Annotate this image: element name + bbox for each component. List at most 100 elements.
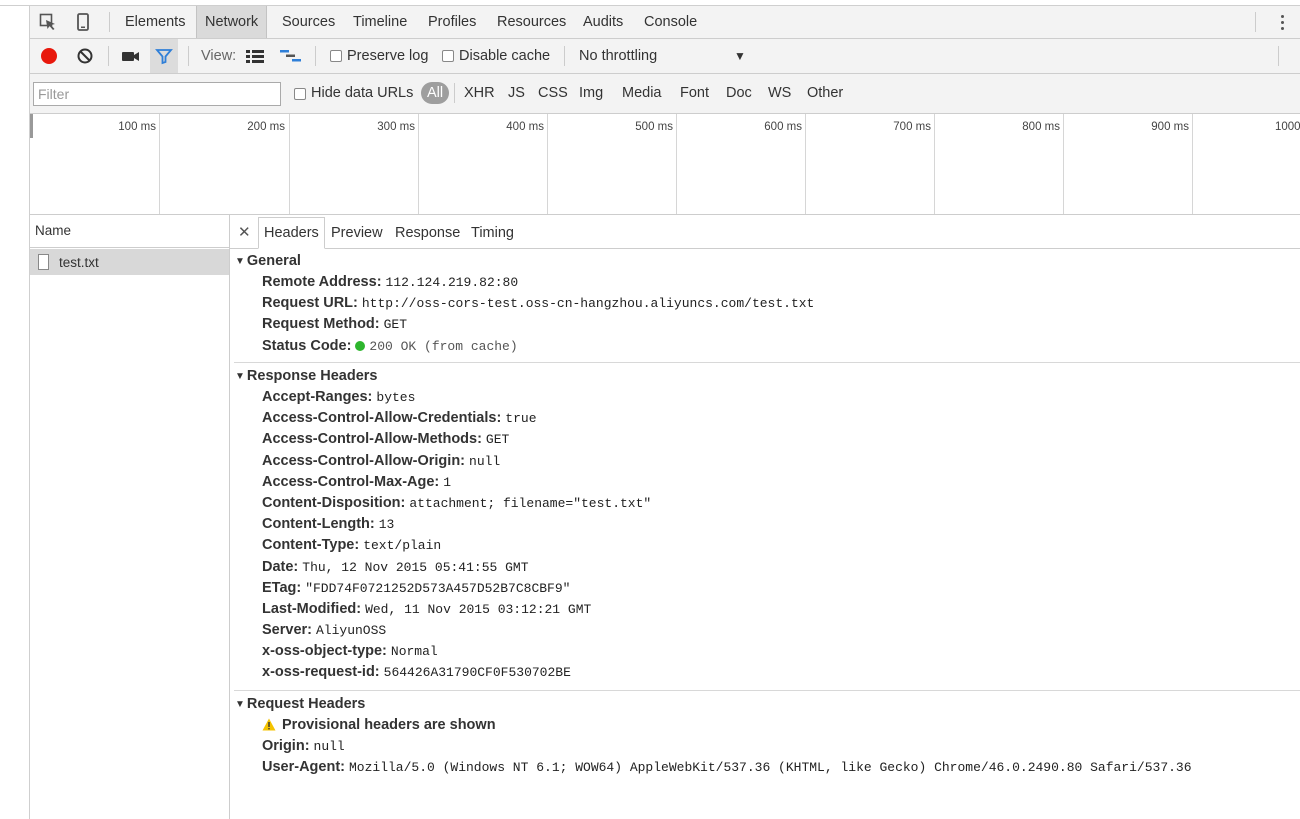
hide-data-urls-checkbox[interactable]: Hide data URLs [294,74,413,113]
header-row: Content-Length: 13 [262,516,395,533]
provisional-warning-text: Provisional headers are shown [282,717,496,733]
file-icon [38,254,49,270]
tab-timeline[interactable]: Timeline [353,6,407,38]
header-row: Origin: null [262,738,345,755]
more-options-icon[interactable] [1278,12,1286,32]
timeline-tick-label: 700 ms [893,121,931,133]
device-mode-icon[interactable] [73,12,93,32]
request-list-panel: Name test.txt [30,215,230,819]
disable-cache-box[interactable] [442,50,454,62]
inspect-element-icon[interactable] [38,12,58,32]
tab-timing[interactable]: Timing [471,218,514,248]
header-row: x-oss-request-id: 564426A31790CF0F530702B… [262,664,571,681]
general-section: ▼ General Remote Address: 112.124.219.82:8… [230,250,1300,357]
clear-button[interactable] [76,39,94,73]
tab-profiles[interactable]: Profiles [428,6,476,38]
preserve-log-box[interactable] [330,50,342,62]
header-row: Access-Control-Allow-Origin: null [262,452,501,469]
tab-response[interactable]: Response [395,218,460,248]
tabbar-divider [109,12,110,32]
tab-sources[interactable]: Sources [282,6,335,38]
hide-data-urls-box[interactable] [294,87,306,100]
video-camera-icon [122,52,139,61]
timeline-tick-label: 600 ms [764,121,802,133]
timeline-tick-label: 200 ms [247,121,285,133]
status-code-row: Status Code: 200 OK (from cache) [262,337,518,354]
toolbar-divider [564,46,565,66]
request-headers-section: ▼ Request Headers Provisional headers are… [230,693,1300,779]
capture-screenshots-button[interactable] [121,39,141,73]
hide-data-urls-label: Hide data URLs [311,85,414,101]
toolbar-divider [315,46,316,66]
filter-input[interactable] [33,82,281,106]
collapse-triangle-icon: ▼ [235,256,245,267]
toolbar-divider-right [1278,46,1279,66]
filter-type-js[interactable]: JS [508,74,525,113]
tab-audits[interactable]: Audits [583,6,623,38]
large-rows-view-button[interactable] [246,39,264,73]
timeline-tick-label: 300 ms [377,121,415,133]
request-headers-section-header[interactable]: ▼ Request Headers [230,693,1300,715]
header-row: Access-Control-Max-Age: 1 [262,473,452,490]
filter-type-css[interactable]: CSS [538,74,568,113]
header-row: Last-Modified: Wed, 11 Nov 2015 03:12:21 … [262,600,592,617]
filter-type-img[interactable]: Img [579,74,603,113]
timeline-gridline [805,114,806,214]
timeline-gridline [159,114,160,214]
overview-view-button[interactable] [280,39,302,73]
request-row[interactable]: test.txt [30,249,229,275]
timeline-tick-label: 900 ms [1151,121,1189,133]
timeline-tick-label: 100 ms [118,121,156,133]
filter-type-ws[interactable]: WS [768,74,791,113]
warning-icon [262,718,276,731]
timeline-gridline [934,114,935,214]
tab-network[interactable]: Network [196,6,268,38]
filter-divider [454,83,455,103]
timeline-tick-label: 500 ms [635,121,673,133]
preserve-log-checkbox[interactable]: Preserve log [330,39,428,73]
timeline-drag-handle[interactable] [30,114,33,138]
record-button[interactable] [40,39,58,73]
filter-toggle-button[interactable] [150,39,178,73]
tab-headers[interactable]: Headers [258,217,325,249]
filter-type-font[interactable]: Font [680,74,709,113]
record-icon [41,48,57,64]
disable-cache-label: Disable cache [459,48,551,64]
details-tabbar: ✕ Headers Preview Response Timing [230,215,1300,249]
general-section-header[interactable]: ▼ General [230,250,1300,272]
header-row: Access-Control-Allow-Methods: GET [262,431,510,448]
tab-resources[interactable]: Resources [497,6,566,38]
filter-type-other[interactable]: Other [807,74,843,113]
timeline-gridline [289,114,290,214]
filter-type-media[interactable]: Media [622,74,662,113]
tab-preview[interactable]: Preview [331,218,383,248]
header-row: User-Agent: Mozilla/5.0 (Windows NT 6.1; … [262,759,1192,776]
disable-cache-checkbox[interactable]: Disable cache [442,39,550,73]
request-details-panel: ✕ Headers Preview Response Timing ▼ Gener… [230,215,1300,819]
name-column-header[interactable]: Name [30,215,229,248]
devtools-tabbar: Elements Network Sources Timeline Profil… [30,6,1300,39]
header-row: Accept-Ranges: bytes [262,389,416,405]
filter-type-xhr[interactable]: XHR [464,74,495,113]
timeline-gridline [547,114,548,214]
view-label: View: [201,48,237,64]
filter-type-doc[interactable]: Doc [726,74,752,113]
header-row: Content-Disposition: attachment; filename… [262,494,652,511]
timeline-gridline [418,114,419,214]
response-headers-section-header[interactable]: ▼ Response Headers [230,365,1300,387]
list-view-icon [246,50,264,63]
tab-elements[interactable]: Elements [125,6,185,38]
throttling-select[interactable]: No throttling ▼ [579,39,749,73]
tab-console[interactable]: Console [644,6,697,38]
close-details-icon[interactable]: ✕ [238,223,251,241]
request-name: test.txt [59,254,99,270]
provisional-warning-row: Provisional headers are shown [230,715,1300,736]
filter-type-all[interactable]: All [421,82,450,104]
preserve-log-label: Preserve log [347,48,429,64]
filter-bar: Hide data URLs All XHR JS CSS Img Media … [30,74,1300,114]
network-toolbar: View: Preserve log Disable cache No thro… [30,39,1300,74]
header-row: Request URL: http://oss-cors-test.oss-cn-… [262,295,815,312]
timeline-overview[interactable]: 100 ms 200 ms 300 ms 400 ms 500 ms 600 m… [30,114,1300,215]
response-headers-section: ▼ Response Headers Accept-Ranges: bytes Ac… [230,365,1300,684]
timeline-tick-label: 400 ms [506,121,544,133]
